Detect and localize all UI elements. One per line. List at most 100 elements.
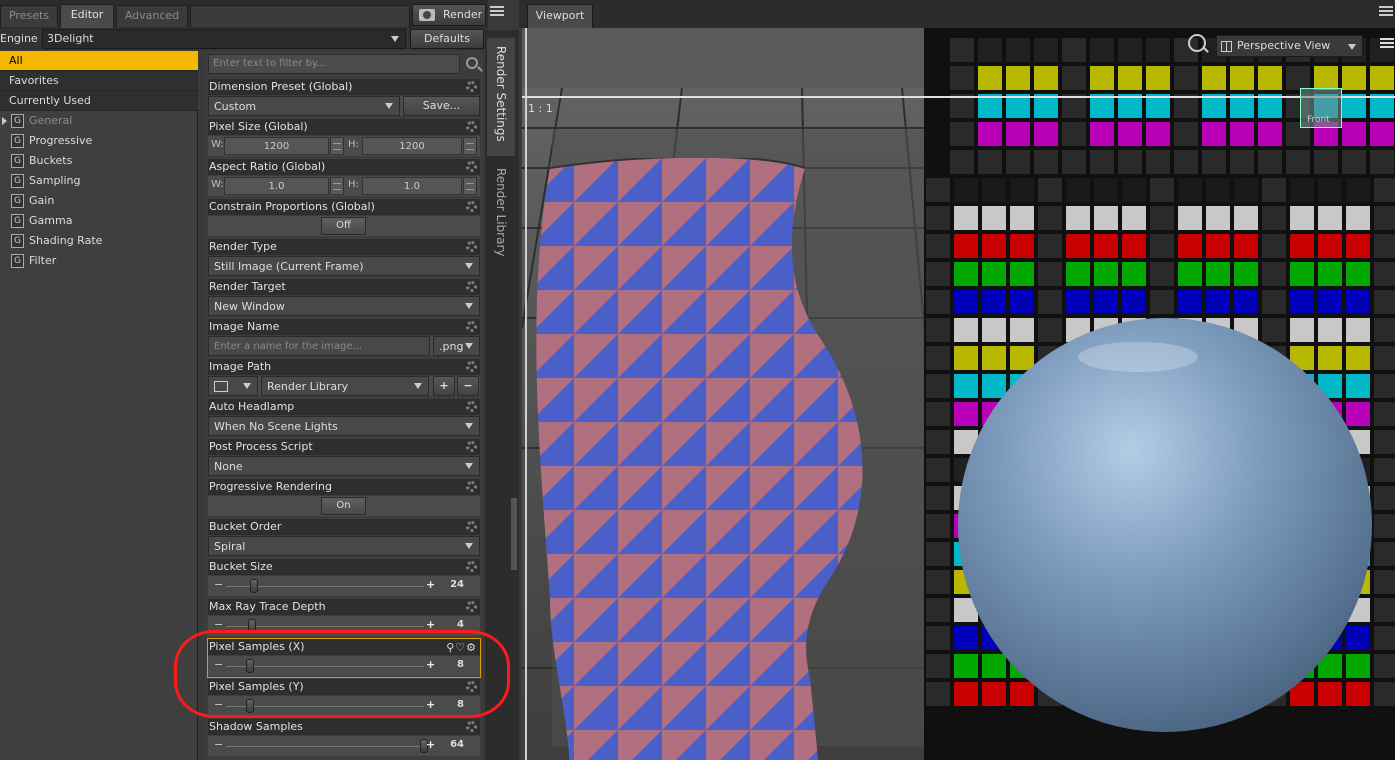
- slider-value[interactable]: 4: [457, 619, 464, 630]
- tab-render-library[interactable]: Render Library: [487, 160, 515, 278]
- constrain-toggle[interactable]: Off: [321, 217, 366, 235]
- aspect-height-field[interactable]: 1.0: [362, 177, 462, 195]
- defaults-button[interactable]: Defaults: [410, 29, 484, 49]
- slider-value[interactable]: 8: [457, 659, 464, 670]
- zoom-icon[interactable]: [1188, 34, 1206, 52]
- viewport-menu-icon[interactable]: [1380, 38, 1394, 50]
- gear-icon[interactable]: [466, 601, 477, 612]
- gear-icon[interactable]: [466, 121, 477, 132]
- render-type-select[interactable]: Still Image (Current Frame): [208, 256, 480, 276]
- gear-icon[interactable]: [466, 481, 477, 492]
- tab-viewport[interactable]: Viewport: [527, 4, 593, 28]
- gear-icon[interactable]: [466, 521, 477, 532]
- pixel-width-spinner[interactable]: [330, 137, 344, 155]
- slider-increment[interactable]: +: [426, 738, 435, 751]
- path-type-select[interactable]: [208, 376, 258, 396]
- category-gamma[interactable]: G Gamma: [0, 211, 198, 231]
- slider-decrement[interactable]: −: [214, 738, 223, 751]
- bucket-order-select[interactable]: Spiral: [208, 536, 480, 556]
- progressive-toggle[interactable]: On: [321, 497, 366, 515]
- tab-presets[interactable]: Presets: [0, 5, 58, 27]
- slider-decrement[interactable]: −: [214, 578, 223, 591]
- slider-handle[interactable]: [245, 659, 254, 673]
- gear-icon[interactable]: [466, 401, 477, 412]
- chart-cell: [1006, 122, 1030, 146]
- heart-icon[interactable]: ♡: [455, 641, 466, 654]
- gear-icon[interactable]: [466, 241, 477, 252]
- tab-advanced[interactable]: Advanced: [116, 5, 188, 27]
- category-filter[interactable]: G Filter: [0, 251, 198, 271]
- slider-increment[interactable]: +: [426, 618, 435, 631]
- gear-icon[interactable]: [466, 161, 477, 172]
- gear-icon[interactable]: [466, 681, 477, 692]
- tab-editor[interactable]: Editor: [60, 4, 114, 28]
- chart-cell: [1038, 290, 1062, 314]
- engine-select[interactable]: 3Delight: [42, 29, 406, 49]
- image-name-input[interactable]: Enter a name for the image...: [208, 336, 430, 356]
- dock-grip-handle[interactable]: [511, 498, 517, 570]
- panel-menu-icon[interactable]: [490, 6, 504, 18]
- slider-track[interactable]: [226, 706, 424, 707]
- slider-increment[interactable]: +: [426, 578, 435, 591]
- gear-icon[interactable]: [466, 721, 477, 732]
- expand-arrow-icon[interactable]: [2, 117, 7, 125]
- gear-icon[interactable]: [466, 201, 477, 212]
- aspect-height-spinner[interactable]: [463, 177, 477, 195]
- slider-handle[interactable]: [245, 699, 254, 713]
- remove-path-button[interactable]: −: [457, 376, 479, 396]
- slider-handle[interactable]: [247, 619, 256, 633]
- viewport-canvas[interactable]: 1 : 1 Perspective View Front: [522, 28, 1395, 760]
- category-progressive[interactable]: G Progressive: [0, 131, 198, 151]
- viewport-tab-menu-icon[interactable]: [1379, 6, 1393, 18]
- save-preset-button[interactable]: Save...: [403, 96, 480, 116]
- slider-increment[interactable]: +: [426, 698, 435, 711]
- view-select[interactable]: Perspective View: [1216, 35, 1363, 57]
- image-extension-select[interactable]: .png: [433, 336, 480, 356]
- gear-icon[interactable]: [466, 441, 477, 452]
- category-general[interactable]: G General: [0, 111, 198, 131]
- aspect-width-field[interactable]: 1.0: [224, 177, 329, 195]
- pixel-width-field[interactable]: 1200: [224, 137, 329, 155]
- slider-handle[interactable]: [249, 579, 258, 593]
- category-all[interactable]: All: [0, 51, 198, 71]
- category-sampling[interactable]: G Sampling: [0, 171, 198, 191]
- search-icon[interactable]: [466, 57, 478, 69]
- gear-icon[interactable]: [466, 81, 477, 92]
- category-shading-rate[interactable]: G Shading Rate: [0, 231, 198, 251]
- dimension-preset-select[interactable]: Custom: [208, 96, 400, 116]
- slider-track[interactable]: [226, 666, 424, 667]
- gear-icon[interactable]: [466, 361, 477, 372]
- slider-decrement[interactable]: −: [214, 618, 223, 631]
- render-button[interactable]: Render: [412, 4, 486, 26]
- gear-icon[interactable]: [466, 561, 477, 572]
- view-cube[interactable]: Front: [1300, 88, 1342, 128]
- filter-input[interactable]: Enter text to filter by...: [208, 54, 460, 74]
- slider-decrement[interactable]: −: [214, 698, 223, 711]
- add-path-button[interactable]: +: [433, 376, 455, 396]
- aspect-width-spinner[interactable]: [330, 177, 344, 195]
- post-process-select[interactable]: None: [208, 456, 480, 476]
- slider-decrement[interactable]: −: [214, 658, 223, 671]
- image-path-select[interactable]: Render Library: [261, 376, 429, 396]
- slider-track[interactable]: [226, 626, 424, 627]
- gear-icon[interactable]: [466, 281, 477, 292]
- slider-increment[interactable]: +: [426, 658, 435, 671]
- slider-track[interactable]: [226, 746, 424, 747]
- category-buckets[interactable]: G Buckets: [0, 151, 198, 171]
- slider-value[interactable]: 8: [457, 699, 464, 710]
- category-gain[interactable]: G Gain: [0, 191, 198, 211]
- slider-value[interactable]: 64: [450, 739, 464, 750]
- lock-icon[interactable]: ⚲: [446, 641, 455, 654]
- pixel-height-field[interactable]: 1200: [362, 137, 462, 155]
- category-favorites[interactable]: Favorites: [0, 71, 198, 91]
- slider-value[interactable]: 24: [450, 579, 464, 590]
- auto-headlamp-select[interactable]: When No Scene Lights: [208, 416, 480, 436]
- chart-cell: [1094, 262, 1118, 286]
- tab-render-settings[interactable]: Render Settings: [487, 38, 515, 156]
- gear-icon[interactable]: ⚙: [466, 641, 477, 654]
- render-target-select[interactable]: New Window: [208, 296, 480, 316]
- chevron-down-icon: [465, 343, 473, 349]
- category-currently-used[interactable]: Currently Used: [0, 91, 198, 111]
- pixel-height-spinner[interactable]: [463, 137, 477, 155]
- gear-icon[interactable]: [466, 321, 477, 332]
